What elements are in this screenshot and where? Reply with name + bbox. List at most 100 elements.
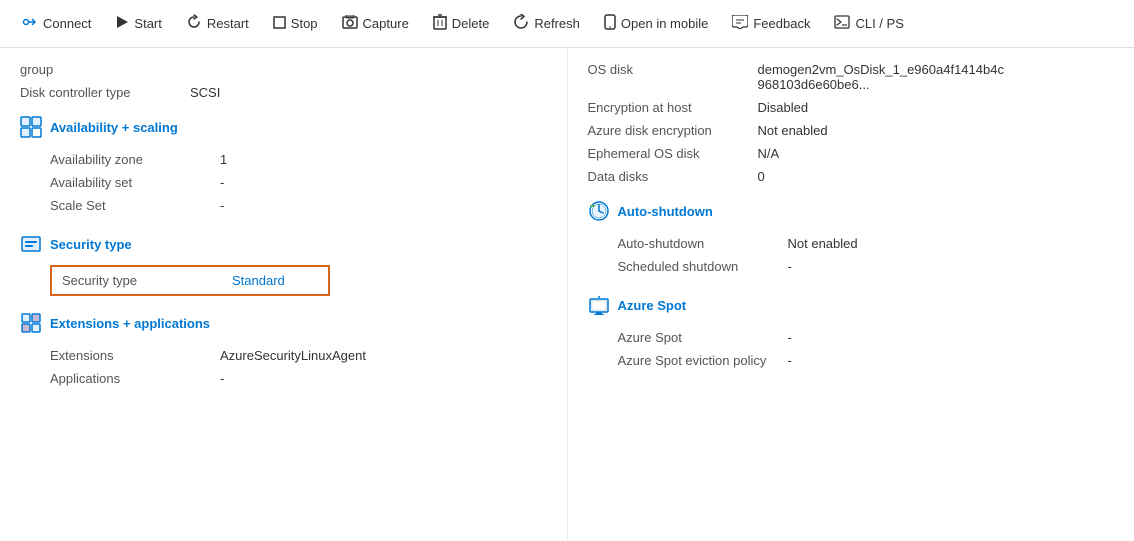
azure-spot-eviction-label: Azure Spot eviction policy <box>618 353 788 368</box>
restart-icon <box>186 14 202 33</box>
ephemeral-os-disk-row: Ephemeral OS disk N/A <box>588 142 1115 165</box>
applications-label: Applications <box>50 371 220 386</box>
main-content: group Disk controller type SCSI Availabi… <box>0 48 1134 541</box>
start-icon <box>115 15 129 32</box>
security-type-highlighted: Security type Standard <box>50 265 330 296</box>
disk-controller-value: SCSI <box>190 85 220 100</box>
azure-spot-eviction-value: - <box>788 353 792 368</box>
cli-ps-button[interactable]: CLI / PS <box>824 9 913 38</box>
azure-spot-eviction-row: Azure Spot eviction policy - <box>588 349 1115 372</box>
capture-button[interactable]: Capture <box>332 9 419 38</box>
azure-spot-value: - <box>788 330 792 345</box>
delete-button[interactable]: Delete <box>423 8 500 39</box>
right-panel: OS disk demogen2vm_OsDisk_1_e960a4f1414b… <box>568 48 1134 541</box>
refresh-icon <box>513 14 529 33</box>
security-header: Security type <box>20 233 547 255</box>
scheduled-shutdown-row: Scheduled shutdown - <box>588 255 1115 278</box>
scale-set-label: Scale Set <box>50 198 220 213</box>
extensions-value: AzureSecurityLinuxAgent <box>220 348 366 363</box>
security-icon <box>20 233 42 255</box>
scale-set-row: Scale Set - <box>20 194 547 217</box>
refresh-button[interactable]: Refresh <box>503 8 590 39</box>
auto-shutdown-header: Auto-shutdown <box>588 200 1115 222</box>
open-in-mobile-label: Open in mobile <box>621 16 708 31</box>
applications-value: - <box>220 371 224 386</box>
stop-button[interactable]: Stop <box>263 10 328 38</box>
os-disk-row: OS disk demogen2vm_OsDisk_1_e960a4f1414b… <box>588 58 1115 96</box>
availability-set-label: Availability set <box>50 175 220 190</box>
open-in-mobile-button[interactable]: Open in mobile <box>594 8 718 39</box>
azure-spot-label: Azure Spot <box>618 330 788 345</box>
feedback-label: Feedback <box>753 16 810 31</box>
ephemeral-os-disk-label: Ephemeral OS disk <box>588 146 758 161</box>
disk-controller-label: Disk controller type <box>20 85 190 100</box>
security-title: Security type <box>50 237 132 252</box>
toolbar: Connect Start Restart Stop <box>0 0 1134 48</box>
azure-spot-title: Azure Spot <box>618 298 687 313</box>
azure-disk-encryption-value: Not enabled <box>758 123 828 138</box>
auto-shutdown-icon <box>588 200 610 222</box>
availability-zone-label: Availability zone <box>50 152 220 167</box>
encryption-at-host-label: Encryption at host <box>588 100 758 115</box>
auto-shutdown-label: Auto-shutdown <box>618 236 788 251</box>
data-disks-value: 0 <box>758 169 765 184</box>
disk-controller-row: Disk controller type SCSI <box>20 81 547 104</box>
auto-shutdown-value: Not enabled <box>788 236 858 251</box>
auto-shutdown-row: Auto-shutdown Not enabled <box>588 232 1115 255</box>
capture-icon <box>342 15 358 32</box>
ephemeral-os-disk-value: N/A <box>758 146 780 161</box>
os-disk-value: demogen2vm_OsDisk_1_e960a4f1414b4c968103… <box>758 62 1008 92</box>
left-panel: group Disk controller type SCSI Availabi… <box>0 48 568 541</box>
refresh-label: Refresh <box>534 16 580 31</box>
cli-ps-icon <box>834 15 850 32</box>
scheduled-shutdown-value: - <box>788 259 792 274</box>
availability-icon <box>20 116 42 138</box>
delete-icon <box>433 14 447 33</box>
encryption-at-host-value: Disabled <box>758 100 809 115</box>
availability-section: Availability + scaling Availability zone… <box>20 116 547 217</box>
azure-spot-section: Azure Spot Azure Spot - Azure Spot evict… <box>588 294 1115 372</box>
security-type-value[interactable]: Standard <box>232 273 285 288</box>
scheduled-shutdown-label: Scheduled shutdown <box>618 259 788 274</box>
connect-button[interactable]: Connect <box>12 8 101 39</box>
extensions-label: Extensions <box>50 348 220 363</box>
cli-ps-label: CLI / PS <box>855 16 903 31</box>
extensions-title: Extensions + applications <box>50 316 210 331</box>
extensions-icon <box>20 312 42 334</box>
stop-icon <box>273 16 286 32</box>
restart-button[interactable]: Restart <box>176 8 259 39</box>
azure-spot-row: Azure Spot - <box>588 326 1115 349</box>
availability-zone-row: Availability zone 1 <box>20 148 547 171</box>
connect-icon <box>22 14 38 33</box>
auto-shutdown-section: Auto-shutdown Auto-shutdown Not enabled … <box>588 200 1115 278</box>
auto-shutdown-title: Auto-shutdown <box>618 204 713 219</box>
azure-disk-encryption-row: Azure disk encryption Not enabled <box>588 119 1115 142</box>
group-row: group <box>20 58 547 81</box>
feedback-icon <box>732 15 748 32</box>
open-in-mobile-icon <box>604 14 616 33</box>
extensions-section: Extensions + applications Extensions Azu… <box>20 312 547 390</box>
connect-label: Connect <box>43 16 91 31</box>
start-button[interactable]: Start <box>105 9 171 38</box>
availability-zone-value: 1 <box>220 152 227 167</box>
stop-label: Stop <box>291 16 318 31</box>
encryption-at-host-row: Encryption at host Disabled <box>588 96 1115 119</box>
capture-label: Capture <box>363 16 409 31</box>
restart-label: Restart <box>207 16 249 31</box>
azure-disk-encryption-label: Azure disk encryption <box>588 123 758 138</box>
azure-spot-header: Azure Spot <box>588 294 1115 316</box>
feedback-button[interactable]: Feedback <box>722 9 820 38</box>
azure-spot-icon <box>588 294 610 316</box>
data-disks-row: Data disks 0 <box>588 165 1115 188</box>
applications-row: Applications - <box>20 367 547 390</box>
group-label: group <box>20 62 190 77</box>
availability-set-row: Availability set - <box>20 171 547 194</box>
os-disk-label: OS disk <box>588 62 758 77</box>
availability-set-value: - <box>220 175 224 190</box>
security-type-label: Security type <box>62 273 232 288</box>
extensions-header: Extensions + applications <box>20 312 547 334</box>
start-label: Start <box>134 16 161 31</box>
data-disks-label: Data disks <box>588 169 758 184</box>
security-section: Security type Security type Standard <box>20 233 547 296</box>
delete-label: Delete <box>452 16 490 31</box>
